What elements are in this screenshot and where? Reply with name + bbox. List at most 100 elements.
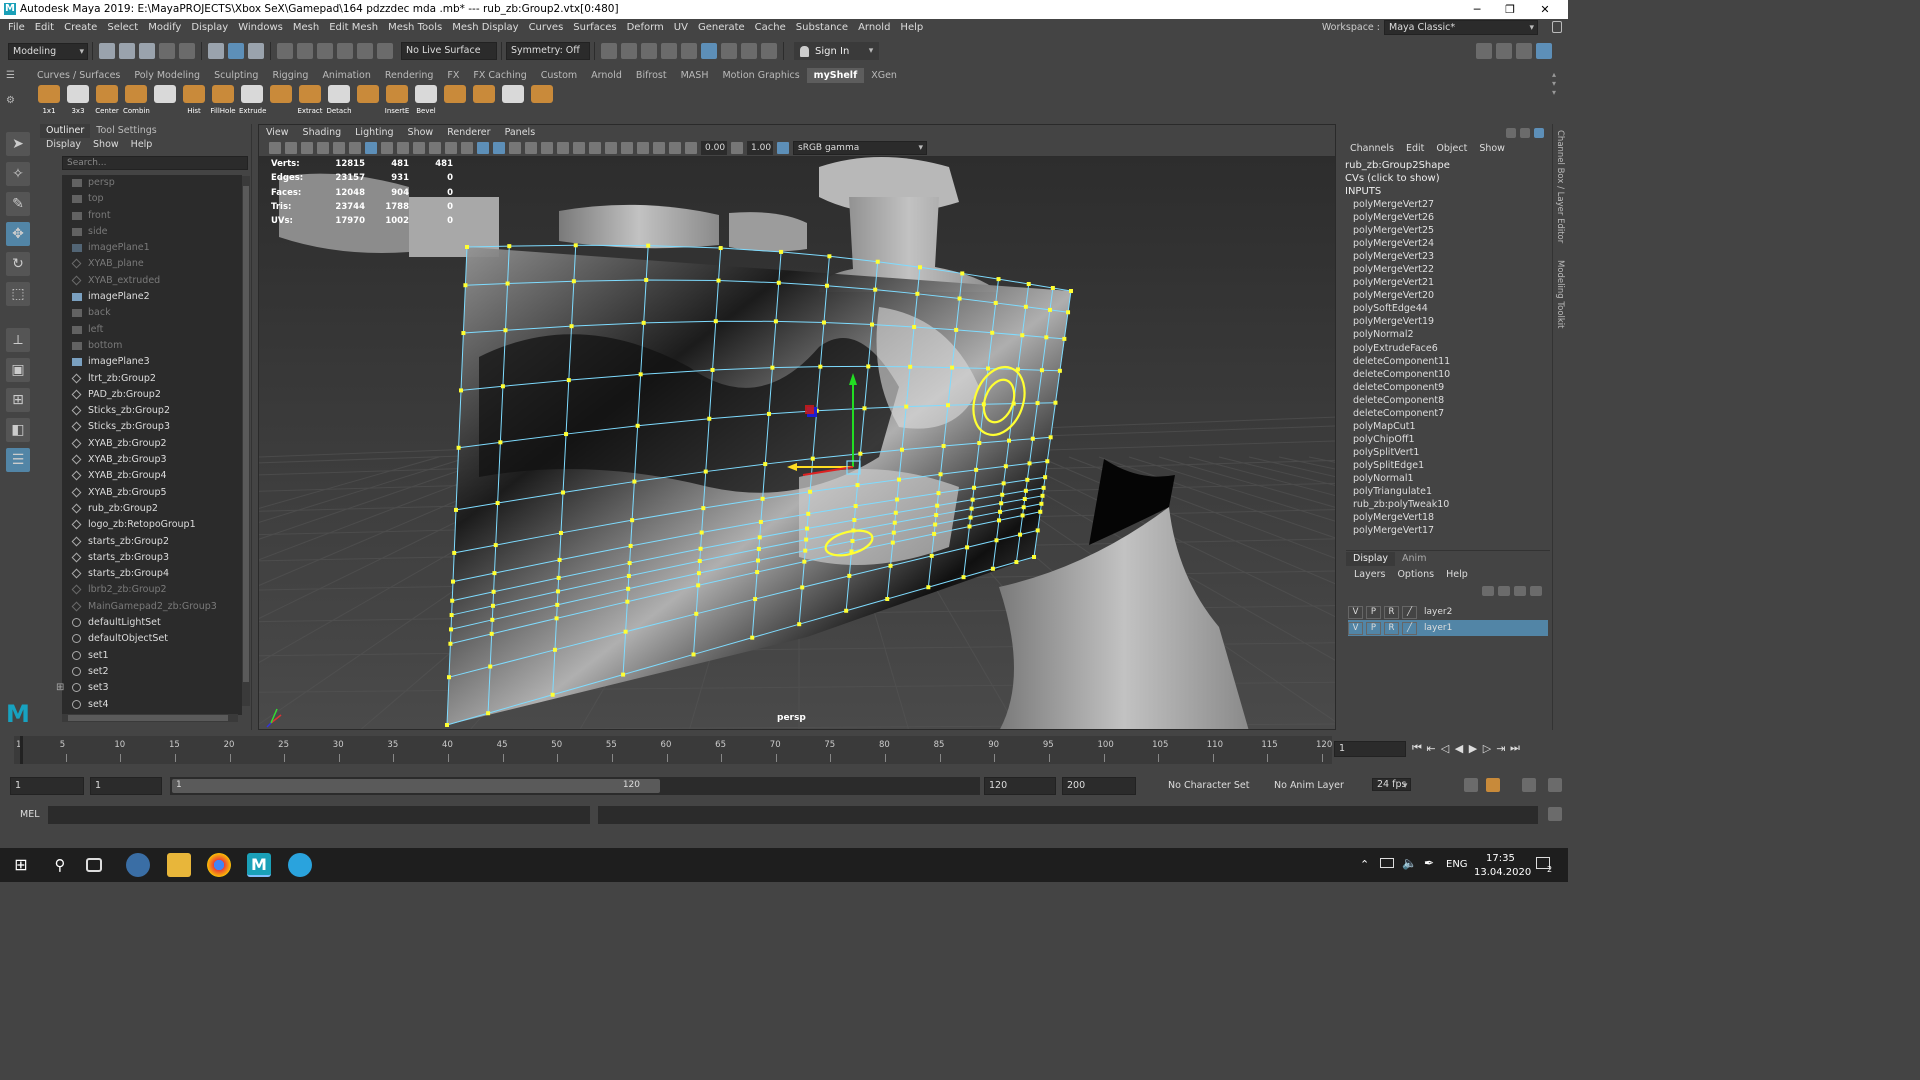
- vertex[interactable]: [1000, 492, 1005, 497]
- menu-curves[interactable]: Curves: [524, 19, 569, 36]
- vertex[interactable]: [552, 647, 557, 652]
- vertex[interactable]: [972, 485, 977, 490]
- grid-icon[interactable]: [365, 142, 377, 154]
- shelf-button-extrude[interactable]: Extrude: [239, 85, 266, 115]
- vertex[interactable]: [756, 558, 761, 563]
- script-language-label[interactable]: MEL: [20, 809, 40, 820]
- layer-r-toggle[interactable]: R: [1384, 605, 1399, 619]
- vertex[interactable]: [641, 320, 646, 325]
- layer-color-swatch[interactable]: ╱: [1402, 621, 1417, 635]
- snap-view-plane-icon[interactable]: [357, 43, 373, 59]
- input-node[interactable]: polyMergeVert21: [1342, 276, 1552, 289]
- playback-end-field[interactable]: 120: [984, 777, 1056, 795]
- outliner-item[interactable]: starts_zb:Group3: [62, 550, 242, 566]
- vertex[interactable]: [938, 472, 943, 477]
- input-node[interactable]: polySplitVert1: [1342, 446, 1552, 459]
- input-language[interactable]: ENG: [1446, 859, 1468, 870]
- layer-tab-display[interactable]: Display: [1346, 551, 1396, 566]
- close-button[interactable]: ✕: [1530, 1, 1560, 18]
- browser-icon[interactable]: [126, 853, 150, 877]
- vertex[interactable]: [454, 507, 458, 512]
- vertex[interactable]: [855, 483, 860, 488]
- vertex[interactable]: [757, 535, 762, 540]
- vertex[interactable]: [969, 506, 974, 511]
- vertex[interactable]: [941, 444, 946, 449]
- menu-mesh[interactable]: Mesh: [288, 19, 324, 36]
- vertex[interactable]: [996, 518, 1001, 523]
- shelf-tab-sculpting[interactable]: Sculpting: [207, 68, 265, 83]
- vertex[interactable]: [448, 641, 453, 646]
- shelf-button-tool-15[interactable]: [471, 85, 497, 113]
- vertex[interactable]: [1035, 528, 1040, 533]
- input-node[interactable]: polySplitEdge1: [1342, 459, 1552, 472]
- vertex[interactable]: [710, 367, 715, 372]
- vertex[interactable]: [1020, 513, 1025, 518]
- shelf-button-tool-11[interactable]: [355, 85, 381, 113]
- vertex[interactable]: [758, 519, 763, 524]
- four-view-layout-icon[interactable]: ⊞: [6, 388, 30, 412]
- layer-v-toggle[interactable]: V: [1348, 621, 1363, 635]
- vertex[interactable]: [696, 571, 701, 576]
- menu-display[interactable]: Display: [186, 19, 233, 36]
- clock-time[interactable]: 17:35: [1486, 853, 1515, 864]
- vertex[interactable]: [766, 411, 771, 416]
- film-gate-icon[interactable]: [381, 142, 393, 154]
- vertex[interactable]: [644, 277, 649, 282]
- layer-r-toggle[interactable]: R: [1384, 621, 1399, 635]
- vertex[interactable]: [569, 324, 574, 329]
- outliner-menu-show[interactable]: Show: [87, 138, 125, 152]
- vertex[interactable]: [805, 526, 810, 531]
- vertex[interactable]: [1066, 310, 1071, 315]
- file-explorer-icon[interactable]: [167, 853, 191, 877]
- vertex[interactable]: [1038, 509, 1043, 514]
- vertex[interactable]: [935, 503, 940, 508]
- vertex[interactable]: [1039, 368, 1044, 373]
- input-node[interactable]: deleteComponent10: [1342, 368, 1552, 381]
- vertex[interactable]: [763, 462, 768, 467]
- vertex[interactable]: [623, 629, 628, 634]
- vertex[interactable]: [885, 597, 890, 601]
- toggle-modeling-toolkit-icon[interactable]: [1476, 43, 1492, 59]
- vertex[interactable]: [456, 445, 461, 450]
- outliner-item[interactable]: persp: [62, 175, 242, 191]
- input-node[interactable]: deleteComponent11: [1342, 355, 1552, 368]
- anti-aliasing-icon[interactable]: [605, 142, 617, 154]
- fps-dropdown[interactable]: 24 fps: [1372, 778, 1412, 791]
- vertex[interactable]: [908, 364, 913, 369]
- vertex[interactable]: [557, 557, 562, 562]
- outliner-item[interactable]: XYAB_extruded: [62, 273, 242, 289]
- vertex[interactable]: [1044, 335, 1049, 340]
- vertex[interactable]: [716, 278, 721, 283]
- vertex[interactable]: [929, 553, 934, 558]
- default-material-icon[interactable]: [509, 142, 521, 154]
- menuset-dropdown[interactable]: Modeling: [8, 42, 88, 60]
- vertex[interactable]: [489, 631, 494, 636]
- vertex[interactable]: [776, 280, 781, 285]
- vertex[interactable]: [1020, 333, 1025, 338]
- layer-v-toggle[interactable]: V: [1348, 605, 1363, 619]
- vertex[interactable]: [890, 540, 895, 545]
- vertex[interactable]: [824, 283, 829, 288]
- viewport-panel[interactable]: View Shading Lighting Show Renderer Panels 0.…: [258, 124, 1336, 730]
- vertex[interactable]: [858, 451, 863, 456]
- shelf-button-tool-4[interactable]: [152, 85, 178, 113]
- move-layer-down-icon[interactable]: [1498, 586, 1510, 596]
- vertex[interactable]: [808, 489, 813, 494]
- outliner-scrollbar[interactable]: [242, 176, 250, 706]
- ambient-occlusion-icon[interactable]: [573, 142, 585, 154]
- xray-active-icon[interactable]: [669, 142, 681, 154]
- shelf-tab-bifrost[interactable]: Bifrost: [629, 68, 674, 83]
- network-icon[interactable]: [1380, 858, 1394, 868]
- vertex[interactable]: [698, 546, 703, 551]
- layer-menu-help[interactable]: Help: [1440, 569, 1474, 580]
- menu-modify[interactable]: Modify: [143, 19, 186, 36]
- loop-icon[interactable]: [1464, 778, 1478, 792]
- anim-layer-dropdown[interactable]: No Anim Layer: [1274, 780, 1344, 791]
- vertex[interactable]: [827, 254, 832, 259]
- step-back-key-icon[interactable]: ⇤: [1424, 742, 1438, 755]
- last-tool-icon[interactable]: ⟂: [6, 328, 30, 352]
- playback-start-field[interactable]: 1: [90, 777, 162, 795]
- vertex[interactable]: [993, 300, 998, 305]
- layer-color-swatch[interactable]: ╱: [1402, 605, 1417, 619]
- outliner-search-input[interactable]: Search...: [62, 156, 248, 170]
